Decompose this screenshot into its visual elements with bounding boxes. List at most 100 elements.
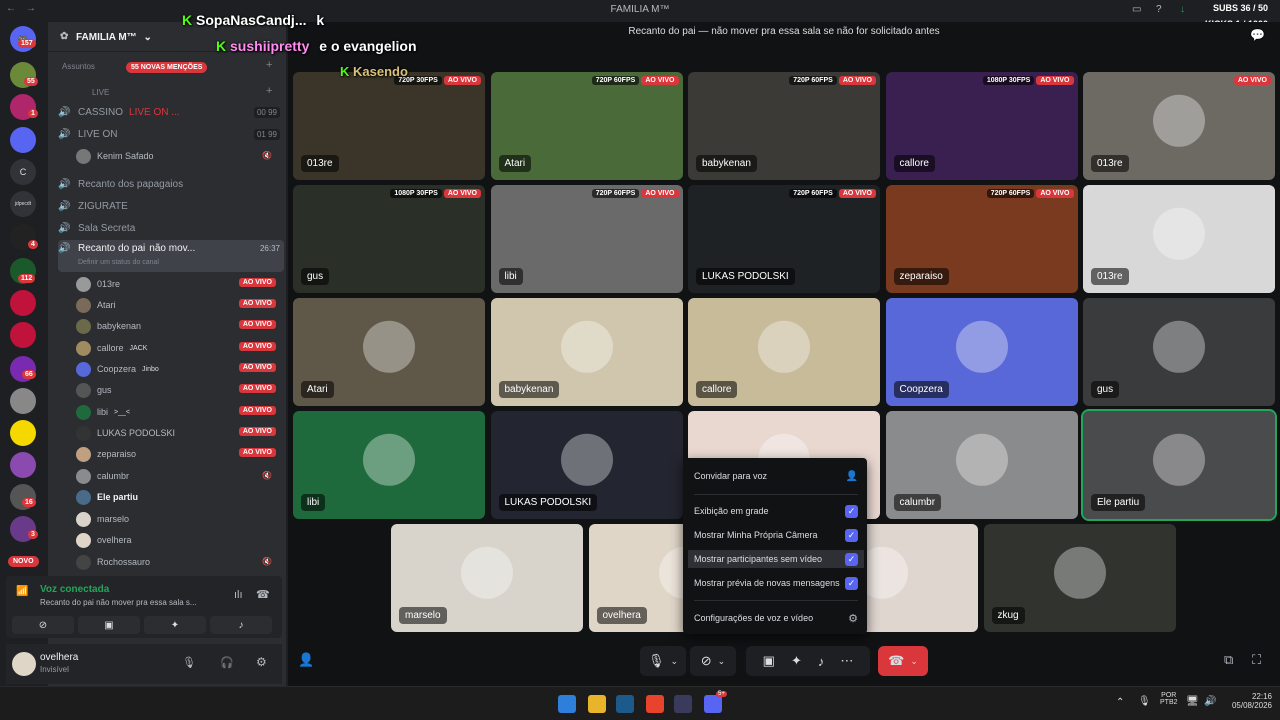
stream-tile[interactable]: 720P 60FPS AO VIVO LUKAS PODOLSKI bbox=[688, 185, 880, 293]
participant-tile[interactable]: Atari bbox=[293, 298, 485, 406]
voice-member[interactable]: zeparaiso AO VIVO bbox=[76, 444, 276, 464]
participant-tile[interactable]: babykenan bbox=[490, 298, 683, 406]
mentions-badge[interactable]: 55 NOVAS MENÇÕES bbox=[126, 62, 208, 73]
noise-suppression-icon[interactable]: ılı bbox=[234, 589, 243, 601]
microphone-icon[interactable]: 🎙 bbox=[1138, 696, 1151, 707]
checkbox-checked-icon[interactable]: ✓ bbox=[845, 504, 858, 518]
voice-channel-line[interactable]: Recanto do pai não mover pra essa sala s… bbox=[40, 598, 197, 607]
app-icon[interactable] bbox=[674, 695, 692, 713]
stream-tile[interactable]: 1080P 30FPS AO VIVO callore bbox=[885, 72, 1078, 180]
inbox-icon[interactable]: ▭ bbox=[1132, 4, 1141, 15]
participant-tile[interactable]: Coopzera bbox=[885, 298, 1078, 406]
voice-member[interactable]: ovelhera bbox=[76, 530, 276, 550]
participant-tile[interactable]: callore bbox=[688, 298, 880, 406]
download-icon[interactable]: ↓ bbox=[1180, 4, 1185, 15]
add-user-icon[interactable]: 👤 bbox=[298, 652, 314, 668]
stream-tile[interactable]: 720P 60FPS AO VIVO zeparaiso bbox=[885, 185, 1078, 293]
voice-status[interactable]: Voz conectada bbox=[40, 584, 109, 595]
stream-tile[interactable]: 013re bbox=[1083, 185, 1275, 293]
soundboard-button[interactable]: ♪ bbox=[210, 616, 272, 634]
popout-icon[interactable]: ⧉ bbox=[1224, 652, 1233, 668]
category-assuntos[interactable]: Assuntos bbox=[62, 62, 95, 71]
voice-member[interactable]: babykenan AO VIVO bbox=[76, 316, 276, 336]
user-name[interactable]: ovelhera bbox=[40, 652, 78, 663]
channel-status[interactable]: Definir um status do canal bbox=[78, 259, 159, 266]
server-icon[interactable]: C bbox=[10, 159, 36, 185]
voice-member[interactable]: Atari AO VIVO bbox=[76, 295, 276, 315]
gear-icon[interactable]: ⚙ bbox=[256, 655, 267, 669]
input-language[interactable]: POR PTB2 bbox=[1160, 692, 1178, 706]
activities-button[interactable]: ✦ bbox=[144, 616, 206, 634]
brave-icon[interactable] bbox=[646, 695, 664, 713]
camera-button[interactable]: ⊘ ⌄ bbox=[690, 646, 736, 676]
camera-button[interactable]: ⊘ bbox=[12, 616, 74, 634]
voice-member[interactable]: Rochossauro 🔇 bbox=[76, 552, 276, 572]
voice-member[interactable]: libi >__< AO VIVO bbox=[76, 402, 276, 422]
network-icon[interactable]: 🖥 bbox=[1186, 696, 1199, 707]
avatar[interactable] bbox=[12, 652, 36, 676]
discord-icon[interactable] bbox=[704, 695, 722, 713]
voice-channel-cassino[interactable]: 🔊 CASSINO LIVE ON ... 00 99 bbox=[58, 102, 284, 122]
participant-tile[interactable]: libi bbox=[293, 411, 485, 519]
checkbox-checked-icon[interactable]: ✓ bbox=[845, 528, 858, 542]
voice-channel-sala-secreta[interactable]: 🔊 Sala Secreta bbox=[58, 218, 284, 238]
menu-item-invite[interactable]: Convidar para voz 👤 bbox=[694, 467, 858, 485]
steam-icon[interactable] bbox=[616, 695, 634, 713]
new-servers-pill[interactable]: NOVO bbox=[8, 556, 39, 567]
voice-channel-recanto-active[interactable]: 🔊 Recanto do pai não mov... 26:37 Defini… bbox=[58, 240, 284, 272]
stream-tile[interactable]: 720P 60FPS AO VIVO babykenan bbox=[688, 72, 880, 180]
stream-tile[interactable]: 720P 30FPS AO VIVO 013re bbox=[293, 72, 485, 180]
screen-share-button[interactable]: ▣ bbox=[78, 616, 140, 634]
participant-tile[interactable]: zkug bbox=[983, 524, 1176, 632]
screen-share-icon[interactable]: ▣ bbox=[763, 653, 775, 669]
menu-item-own-camera[interactable]: Mostrar Minha Própria Câmera ✓ bbox=[694, 526, 858, 544]
stream-tile[interactable]: AO VIVO 013re bbox=[1083, 72, 1275, 180]
checkbox-checked-icon[interactable]: ✓ bbox=[845, 552, 858, 566]
participant-tile[interactable]: marselo bbox=[391, 524, 583, 632]
add-channel-icon[interactable]: + bbox=[266, 85, 272, 97]
signal-icon[interactable]: 📶 bbox=[16, 586, 28, 597]
checkbox-checked-icon[interactable]: ✓ bbox=[845, 576, 858, 590]
microphone-icon[interactable]: 🎙 bbox=[182, 656, 196, 669]
add-channel-icon[interactable]: + bbox=[266, 59, 272, 71]
voice-member[interactable]: gus AO VIVO bbox=[76, 380, 276, 400]
menu-item-grid-view[interactable]: Exibição em grade ✓ bbox=[694, 502, 858, 520]
fullscreen-icon[interactable]: ⛶ bbox=[1252, 652, 1261, 668]
chevron-up-icon[interactable]: ⌃ bbox=[1116, 697, 1124, 708]
soundboard-icon[interactable]: ♪ bbox=[818, 654, 825, 669]
voice-channel-zigurate[interactable]: 🔊 ZIGURATE bbox=[58, 196, 284, 216]
disconnect-icon[interactable]: ☎ bbox=[256, 588, 270, 601]
stream-tile[interactable]: 720P 60FPS AO VIVO Atari bbox=[490, 72, 683, 180]
voice-member[interactable]: calumbr 🔇 bbox=[76, 466, 276, 486]
server-icon[interactable] bbox=[10, 452, 36, 478]
voice-member[interactable]: Kenim Safado 🔇 bbox=[76, 146, 276, 166]
server-icon[interactable] bbox=[10, 322, 36, 348]
voice-member[interactable]: Coopzera Jinbo AO VIVO bbox=[76, 359, 276, 379]
participant-tile[interactable]: LUKAS PODOLSKI bbox=[490, 411, 683, 519]
server-icon[interactable]: jdpecdt bbox=[10, 191, 36, 217]
participant-tile[interactable]: calumbr bbox=[885, 411, 1078, 519]
server-icon[interactable] bbox=[10, 388, 36, 414]
voice-member[interactable]: marselo bbox=[76, 509, 276, 529]
chat-icon[interactable]: 💬 bbox=[1250, 28, 1265, 42]
mic-button[interactable]: 🎙 ⌄ bbox=[640, 646, 686, 676]
voice-channel-live-on[interactable]: 🔊 LIVE ON 01 99 bbox=[58, 124, 284, 144]
participant-tile[interactable]: Ele partiu bbox=[1081, 409, 1277, 521]
server-icon[interactable] bbox=[10, 420, 36, 446]
voice-member[interactable]: 013re AO VIVO bbox=[76, 274, 276, 294]
menu-item-settings[interactable]: Configurações de voz e vídeo ⚙ bbox=[694, 609, 858, 627]
activities-icon[interactable]: ✦ bbox=[791, 653, 802, 669]
menu-item-msg-preview[interactable]: Mostrar prévia de novas mensagens ✓ bbox=[694, 574, 858, 592]
clock[interactable]: 22:16 05/08/2026 bbox=[1226, 692, 1272, 710]
server-icon[interactable] bbox=[10, 127, 36, 153]
voice-member[interactable]: callore JACK AO VIVO bbox=[76, 338, 276, 358]
file-explorer-icon[interactable] bbox=[588, 695, 606, 713]
help-icon[interactable]: ? bbox=[1156, 4, 1162, 15]
stream-tile[interactable]: 1080P 30FPS AO VIVO gus bbox=[293, 185, 485, 293]
volume-icon[interactable]: 🔊 bbox=[1204, 696, 1216, 707]
stream-tile[interactable]: 720P 60FPS AO VIVO libi bbox=[490, 185, 683, 293]
menu-item-no-video[interactable]: Mostrar participantes sem vídeo ✓ bbox=[688, 550, 864, 568]
windows-start-icon[interactable] bbox=[558, 695, 576, 713]
disconnect-button[interactable]: ☎ ⌄ bbox=[878, 646, 928, 676]
voice-channel-papagaios[interactable]: 🔊 Recanto dos papagaios bbox=[58, 174, 284, 194]
